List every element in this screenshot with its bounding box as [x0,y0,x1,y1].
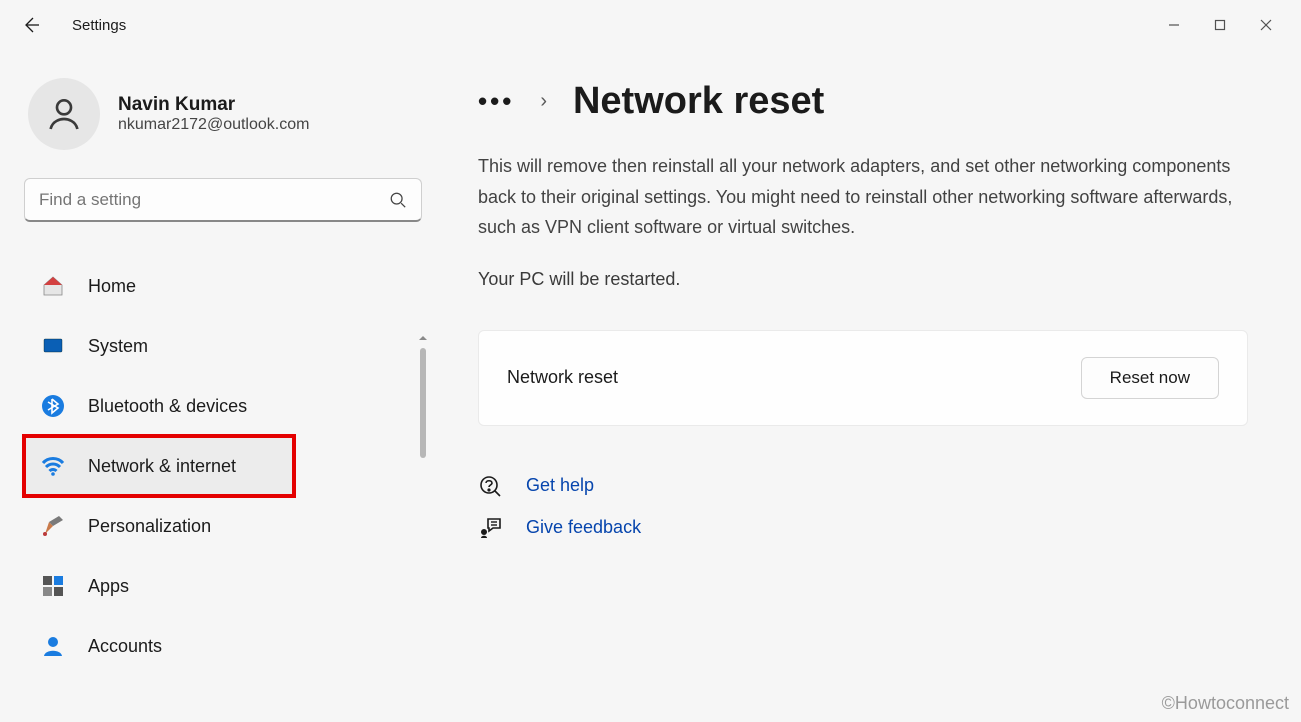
nav-list: Home System Bluetooth & devices Network … [24,256,430,676]
scrollbar-thumb[interactable] [420,348,426,458]
page-title: Network reset [573,80,824,123]
sidebar: Navin Kumar nkumar2172@outlook.com Home … [0,50,430,722]
sidebar-item-network[interactable]: Network & internet [24,436,294,496]
sidebar-item-bluetooth[interactable]: Bluetooth & devices [24,376,422,436]
close-button[interactable] [1243,8,1289,42]
profile-block[interactable]: Navin Kumar nkumar2172@outlook.com [24,78,430,150]
sidebar-item-system[interactable]: System [24,316,422,376]
title-bar: Settings [0,0,1301,50]
maximize-button[interactable] [1197,8,1243,42]
back-button[interactable] [12,6,50,44]
search-icon [389,191,407,209]
card-label: Network reset [507,367,618,388]
home-icon [40,273,66,299]
avatar [28,78,100,150]
sidebar-item-accounts[interactable]: Accounts [24,616,422,676]
apps-icon [40,573,66,599]
sidebar-item-apps[interactable]: Apps [24,556,422,616]
feedback-link-row: Give feedback [478,516,1271,540]
breadcrumb: ••• › Network reset [478,80,1271,123]
sidebar-item-label: Bluetooth & devices [88,396,247,417]
help-link-row: Get help [478,474,1271,498]
sidebar-item-label: Accounts [88,636,162,657]
window-controls [1151,8,1289,42]
restart-note: Your PC will be restarted. [478,269,1271,290]
accounts-icon [40,633,66,659]
profile-email: nkumar2172@outlook.com [118,116,309,134]
breadcrumb-overflow-button[interactable]: ••• [478,86,514,117]
sidebar-item-label: System [88,336,148,357]
network-reset-card: Network reset Reset now [478,330,1248,426]
sidebar-item-label: Network & internet [88,456,236,477]
sidebar-item-personalization[interactable]: Personalization [24,496,422,556]
sidebar-item-label: Personalization [88,516,211,537]
system-icon [40,333,66,359]
reset-now-button[interactable]: Reset now [1081,357,1219,399]
app-title: Settings [72,17,126,34]
sidebar-item-label: Home [88,276,136,297]
search-box[interactable] [24,178,422,222]
search-input[interactable] [39,190,389,210]
minimize-button[interactable] [1151,8,1197,42]
chevron-right-icon: › [540,90,547,113]
sidebar-item-home[interactable]: Home [24,256,422,316]
help-icon [478,474,502,498]
sidebar-item-label: Apps [88,576,129,597]
personalization-icon [40,513,66,539]
bluetooth-icon [40,393,66,419]
wifi-icon [40,453,66,479]
scrollbar-up-arrow[interactable] [417,332,429,344]
get-help-link[interactable]: Get help [526,475,594,496]
main-content: ••• › Network reset This will remove the… [430,50,1301,722]
profile-name: Navin Kumar [118,94,309,116]
give-feedback-link[interactable]: Give feedback [526,517,641,538]
feedback-icon [478,516,502,540]
page-description: This will remove then reinstall all your… [478,151,1248,243]
